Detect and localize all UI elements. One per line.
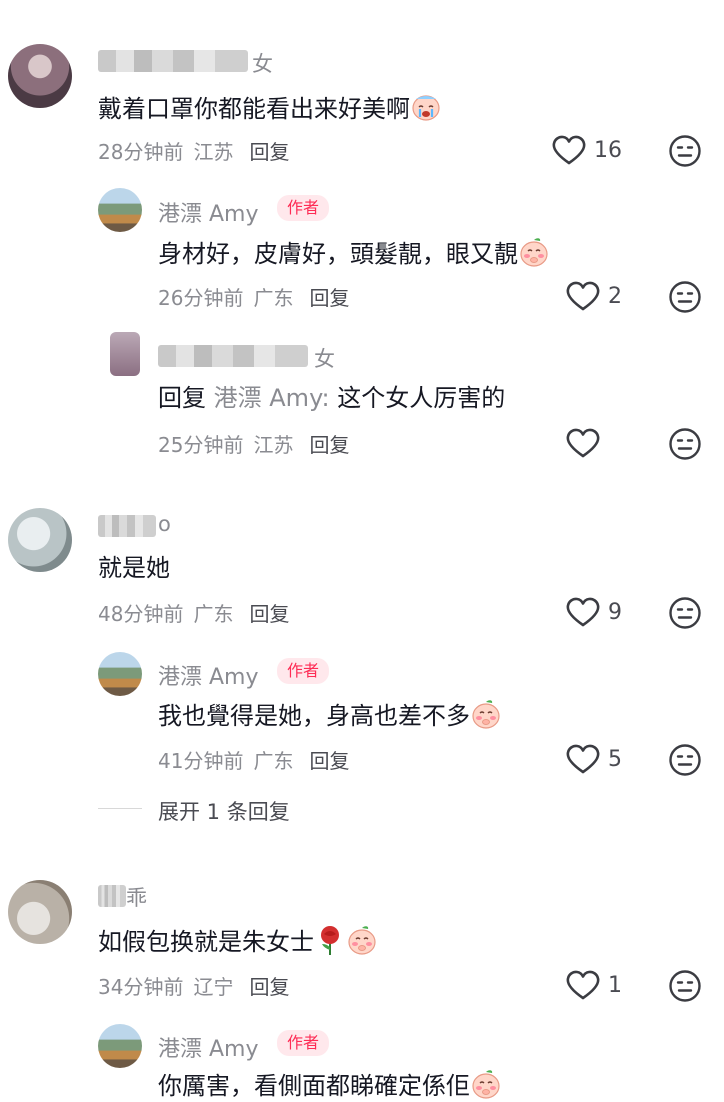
reply-text: 回复 港漂 Amy: 这个女人厉害的 — [158, 384, 506, 412]
username-suffix[interactable]: o — [158, 512, 171, 536]
heart-icon — [566, 597, 600, 627]
dislike-icon[interactable] — [668, 969, 702, 1003]
like-button[interactable] — [566, 428, 608, 458]
author-avatar[interactable] — [98, 188, 142, 232]
reply-meta: 25分钟前 江苏 回复 — [158, 429, 349, 458]
timestamp: 26分钟前 — [158, 286, 244, 310]
username-blurred[interactable] — [98, 515, 156, 537]
shy-face-emoji — [470, 698, 502, 730]
comment-meta: 34分钟前 辽宁 回复 — [98, 971, 289, 1000]
heart-icon — [566, 428, 600, 458]
username-blurred[interactable] — [98, 50, 248, 72]
shy-face-emoji — [470, 1068, 502, 1100]
comment-meta: 28分钟前 江苏 回复 — [98, 136, 289, 165]
avatar[interactable] — [8, 508, 72, 572]
reply-text: 身材好，皮膚好，頭髮靚，眼又靚 — [158, 236, 550, 270]
timestamp: 48分钟前 — [98, 602, 184, 626]
avatar[interactable] — [8, 880, 72, 944]
reply-button[interactable]: 回复 — [309, 433, 349, 457]
reply-button[interactable]: 回复 — [249, 140, 289, 164]
like-button[interactable]: 1 — [566, 970, 622, 1000]
comment-meta: 48分钟前 广东 回复 — [98, 598, 289, 627]
username-suffix[interactable]: 乖 — [126, 882, 147, 912]
location: 辽宁 — [193, 975, 234, 999]
avatar[interactable] — [110, 332, 140, 376]
expand-divider — [98, 808, 142, 809]
reply-button[interactable]: 回复 — [309, 286, 349, 310]
username-blurred[interactable] — [98, 885, 126, 907]
like-count: 1 — [608, 972, 622, 998]
author-badge: 作者 — [277, 195, 330, 221]
author-username[interactable]: 港漂 Amy — [158, 196, 259, 228]
username-suffix[interactable]: 女 — [314, 343, 335, 373]
location: 江苏 — [193, 140, 234, 164]
reply-prefix: 回复 — [158, 384, 206, 412]
like-count: 5 — [608, 746, 622, 772]
crying-face-emoji — [410, 91, 442, 123]
timestamp: 41分钟前 — [158, 749, 244, 773]
like-button[interactable]: 5 — [566, 744, 622, 774]
comment-text: 戴着口罩你都能看出来好美啊 — [98, 91, 442, 125]
heart-icon — [566, 281, 600, 311]
timestamp: 34分钟前 — [98, 975, 184, 999]
dislike-icon[interactable] — [668, 743, 702, 777]
timestamp: 28分钟前 — [98, 140, 184, 164]
heart-icon — [552, 135, 586, 165]
username-suffix[interactable]: 女 — [252, 48, 273, 78]
reply-meta: 26分钟前 广东 回复 — [158, 282, 349, 311]
shy-face-emoji — [346, 924, 378, 956]
dislike-icon[interactable] — [668, 596, 702, 630]
reply-button[interactable]: 回复 — [249, 602, 289, 626]
dislike-icon[interactable] — [668, 134, 702, 168]
comment-text: 就是她 — [98, 554, 170, 582]
author-avatar[interactable] — [98, 1024, 142, 1068]
reply-target[interactable]: 港漂 Amy: — [214, 384, 330, 412]
heart-icon — [566, 744, 600, 774]
like-count: 2 — [608, 283, 622, 309]
like-button[interactable]: 2 — [566, 281, 622, 311]
shy-face-emoji — [518, 236, 550, 268]
like-count: 16 — [594, 137, 622, 163]
dislike-icon[interactable] — [668, 427, 702, 461]
expand-replies-button[interactable]: 展开 1 条回复 — [158, 796, 290, 826]
location: 广东 — [253, 286, 294, 310]
author-username[interactable]: 港漂 Amy — [158, 1031, 259, 1063]
location: 广东 — [253, 749, 294, 773]
dislike-icon[interactable] — [668, 280, 702, 314]
timestamp: 25分钟前 — [158, 433, 244, 457]
like-button[interactable]: 9 — [566, 597, 622, 627]
reply-text: 你厲害，看側面都睇確定係佢 — [158, 1068, 502, 1102]
author-avatar[interactable] — [98, 652, 142, 696]
location: 江苏 — [253, 433, 294, 457]
rose-emoji — [314, 924, 346, 956]
comment-text: 如假包换就是朱女士 — [98, 924, 378, 958]
like-button[interactable]: 16 — [552, 135, 622, 165]
author-badge: 作者 — [277, 658, 330, 684]
like-count: 9 — [608, 599, 622, 625]
username-blurred[interactable] — [158, 345, 308, 367]
reply-text: 我也覺得是她，身高也差不多 — [158, 698, 502, 732]
author-username[interactable]: 港漂 Amy — [158, 659, 259, 691]
location: 广东 — [193, 602, 234, 626]
heart-icon — [566, 970, 600, 1000]
reply-button[interactable]: 回复 — [249, 975, 289, 999]
avatar[interactable] — [8, 44, 72, 108]
author-badge: 作者 — [277, 1030, 330, 1056]
reply-meta: 41分钟前 广东 回复 — [158, 745, 349, 774]
reply-button[interactable]: 回复 — [309, 749, 349, 773]
